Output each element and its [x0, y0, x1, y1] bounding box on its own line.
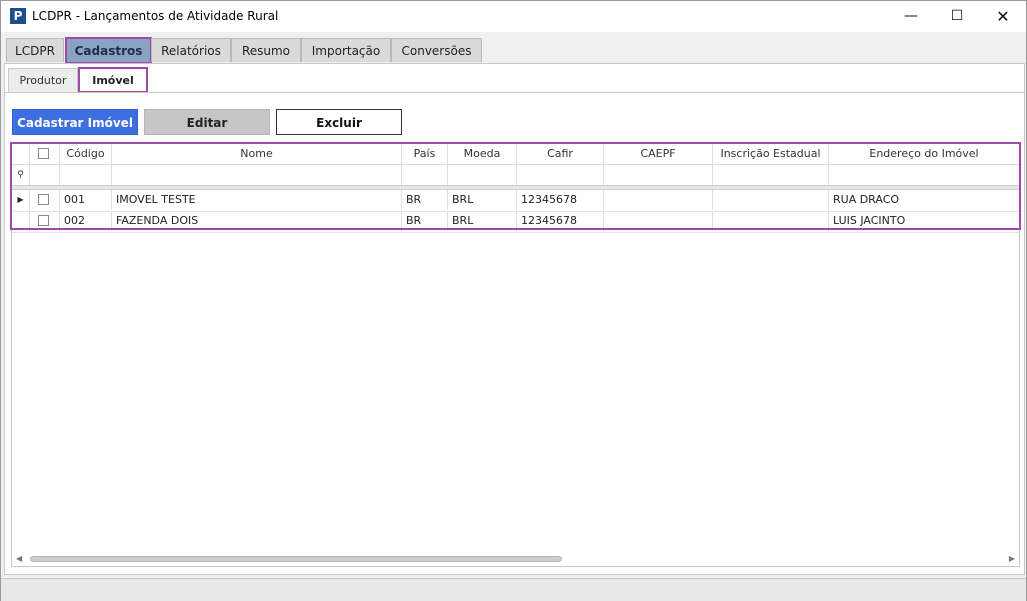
cell-codigo[interactable]: 002: [60, 211, 112, 231]
cell-nome[interactable]: FAZENDA DOIS: [112, 211, 402, 231]
table-row[interactable]: 002 FAZENDA DOIS BR BRL 12345678 LUIS JA…: [12, 211, 1019, 233]
grid-header: Código Nome País Moeda Cafir CAEPF Inscr…: [12, 144, 1019, 165]
row-indicator-header: [12, 144, 30, 164]
subtab-divider: [5, 92, 1024, 93]
cell-cafir[interactable]: 12345678: [517, 190, 604, 210]
minimize-button[interactable]: —: [888, 1, 934, 32]
row-indicator: [12, 211, 30, 231]
scroll-right-icon[interactable]: ▶: [1009, 552, 1015, 566]
current-row-icon: ▶: [12, 190, 30, 210]
select-all-cell: [30, 144, 60, 164]
cell-nome[interactable]: IMOVEL TESTE: [112, 190, 402, 210]
subtab-imovel[interactable]: Imóvel: [78, 67, 148, 93]
main-window: P LCDPR - Lançamentos de Atividade Rural…: [0, 0, 1027, 601]
delete-button[interactable]: Excluir: [276, 109, 402, 135]
cell-moeda[interactable]: BRL: [448, 190, 517, 210]
subtab-produtor[interactable]: Produtor: [8, 68, 78, 92]
cell-endereco[interactable]: LUIS JACINTO: [829, 211, 1019, 231]
window-title: LCDPR - Lançamentos de Atividade Rural: [32, 9, 279, 23]
cell-caepf[interactable]: [604, 190, 713, 210]
cell-cafir[interactable]: 12345678: [517, 211, 604, 231]
column-header-nome[interactable]: Nome: [112, 144, 402, 164]
row-checkbox[interactable]: [38, 215, 49, 226]
cadastros-panel: Produtor Imóvel Cadastrar Imóvel Editar …: [4, 63, 1025, 575]
maximize-button[interactable]: ☐: [934, 1, 980, 32]
filter-cell[interactable]: [112, 165, 402, 185]
cell-pais[interactable]: BR: [402, 211, 448, 231]
row-select-cell: [30, 190, 60, 210]
cell-moeda[interactable]: BRL: [448, 211, 517, 231]
row-checkbox[interactable]: [38, 194, 49, 205]
filter-cell[interactable]: [517, 165, 604, 185]
cell-pais[interactable]: BR: [402, 190, 448, 210]
scroll-left-icon[interactable]: ◀: [16, 552, 22, 566]
cell-codigo[interactable]: 001: [60, 190, 112, 210]
filter-cell[interactable]: [604, 165, 713, 185]
column-header-caepf[interactable]: CAEPF: [604, 144, 713, 164]
column-header-inscricao[interactable]: Inscrição Estadual: [713, 144, 829, 164]
cell-inscricao[interactable]: [713, 211, 829, 231]
column-header-endereco[interactable]: Endereço do Imóvel: [829, 144, 1019, 164]
cell-inscricao[interactable]: [713, 190, 829, 210]
tab-relatorios[interactable]: Relatórios: [151, 38, 231, 62]
register-property-button[interactable]: Cadastrar Imóvel: [12, 109, 138, 135]
filter-row: ⚲: [12, 165, 1019, 186]
filter-cell[interactable]: [60, 165, 112, 185]
close-button[interactable]: ✕: [980, 1, 1026, 32]
edit-button[interactable]: Editar: [144, 109, 270, 135]
title-bar: P LCDPR - Lançamentos de Atividade Rural…: [1, 1, 1026, 32]
status-bar: [1, 578, 1026, 601]
column-header-pais[interactable]: País: [402, 144, 448, 164]
property-grid: Código Nome País Moeda Cafir CAEPF Inscr…: [11, 143, 1020, 567]
filter-cell[interactable]: [829, 165, 1019, 185]
table-row[interactable]: ▶ 001 IMOVEL TESTE BR BRL 12345678 RUA D…: [12, 190, 1019, 212]
cell-caepf[interactable]: [604, 211, 713, 231]
tab-lcdpr[interactable]: LCDPR: [6, 38, 64, 62]
filter-cell[interactable]: [402, 165, 448, 185]
row-select-cell: [30, 211, 60, 231]
filter-cell[interactable]: [713, 165, 829, 185]
tab-cadastros[interactable]: Cadastros: [65, 37, 152, 64]
scrollbar-thumb[interactable]: [30, 556, 562, 562]
app-icon: P: [10, 8, 26, 24]
horizontal-scrollbar[interactable]: ◀ ▶: [12, 552, 1019, 566]
select-all-checkbox[interactable]: [38, 148, 49, 159]
tab-resumo[interactable]: Resumo: [231, 38, 301, 62]
column-header-cafir[interactable]: Cafir: [517, 144, 604, 164]
filter-cell[interactable]: [30, 165, 60, 185]
filter-cell[interactable]: [448, 165, 517, 185]
column-header-moeda[interactable]: Moeda: [448, 144, 517, 164]
filter-icon: ⚲: [12, 165, 30, 185]
tab-importacao[interactable]: Importação: [301, 38, 391, 62]
tab-conversoes[interactable]: Conversões: [391, 38, 482, 62]
cell-endereco[interactable]: RUA DRACO: [829, 190, 1019, 210]
column-header-codigo[interactable]: Código: [60, 144, 112, 164]
